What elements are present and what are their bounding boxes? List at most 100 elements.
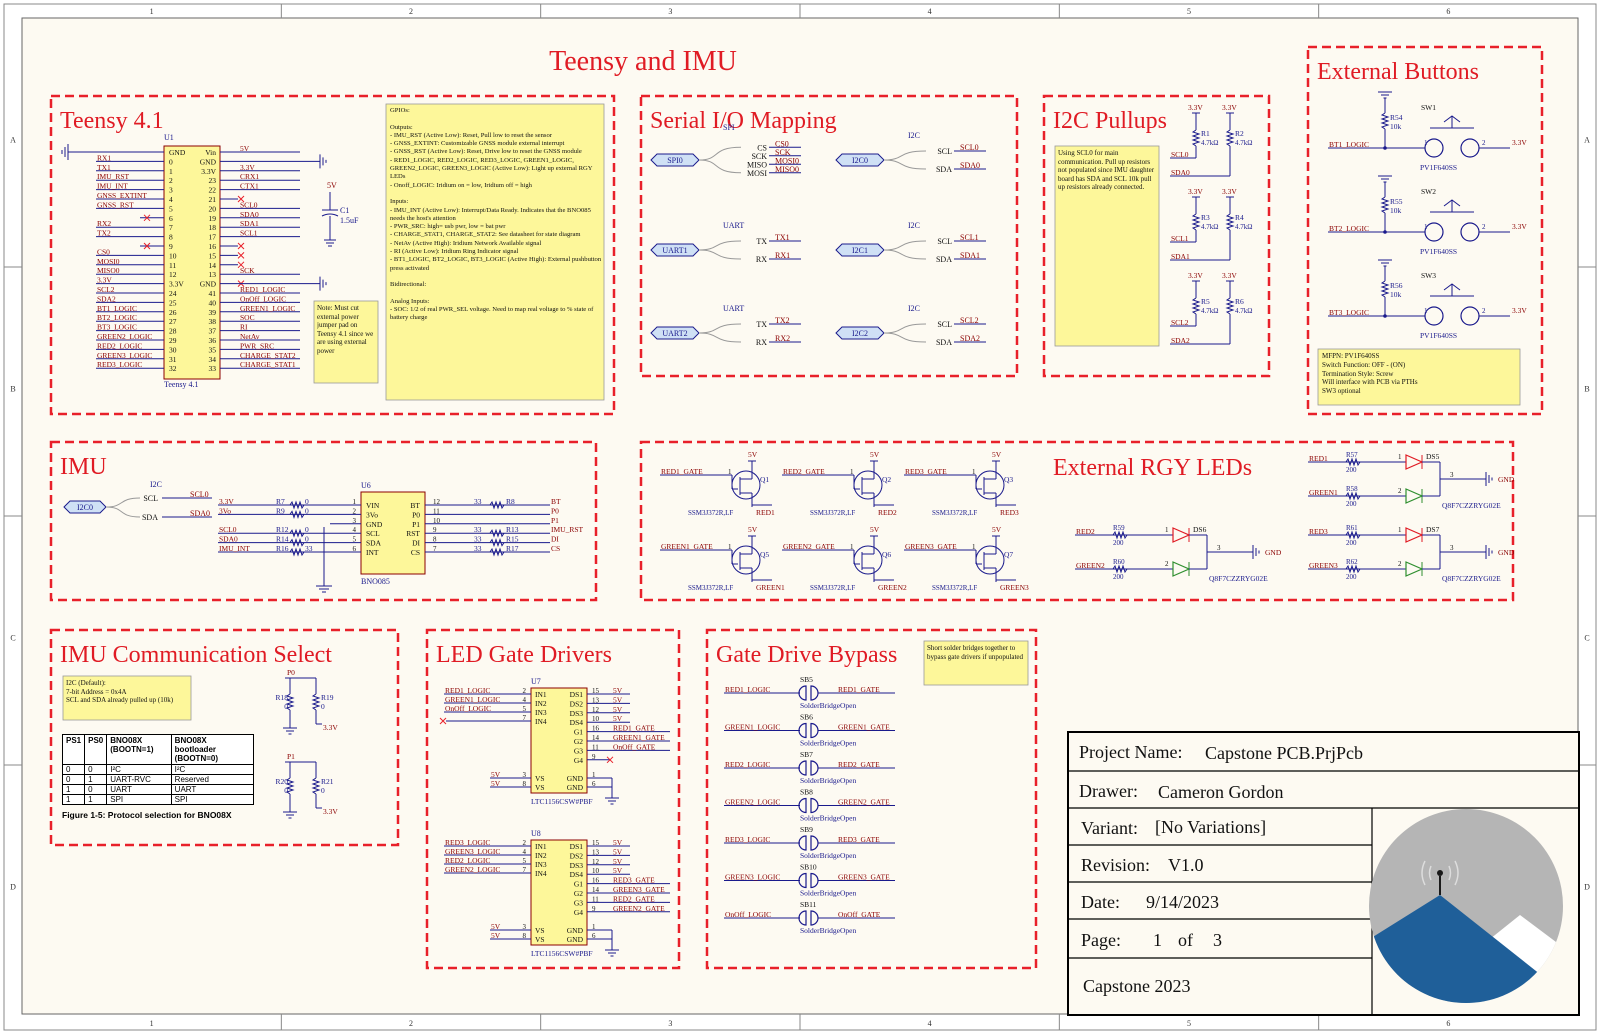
teensy-part: Teensy 4.1 [164, 380, 199, 389]
button-res-value: 10k [1390, 122, 1402, 131]
driver-in-pin: IN4 [535, 717, 547, 726]
pullup-value: 4.7kΩ [1235, 223, 1252, 231]
switch-part: PV1F640SS [1420, 247, 1457, 256]
teensy-left-net: SDA2 [97, 294, 116, 303]
strap-ref: R20 [275, 777, 288, 786]
zone-col-top: 1 [150, 7, 154, 16]
led-pin-number: 3 [1450, 471, 1454, 479]
cap-rail-label: 5V [327, 181, 337, 190]
led-res-value: 200 [1346, 539, 1357, 547]
project-label: Project Name: [1079, 742, 1182, 762]
port-label: I2C2 [852, 329, 868, 338]
pullup-net: SCL1 [1171, 234, 1189, 243]
bridge-part: SolderBridgeOpen [800, 701, 856, 710]
page-of-label: of [1178, 930, 1193, 950]
protocol-table-cell: 0 [84, 764, 108, 775]
teensy-right-pin: 22 [209, 186, 217, 195]
led-part: Q8F7CZZRYG02E [1442, 574, 1501, 583]
strap-value: 0 [321, 702, 325, 711]
cap-label: C1 [340, 206, 349, 215]
led-pin-number: 2 [1165, 560, 1169, 568]
teensy-left-pin: 2 [169, 176, 173, 185]
teensy-right-net: SDA0 [240, 210, 259, 219]
fet-rail: 5V [748, 525, 758, 534]
imu-left-pin: SCL [366, 529, 380, 538]
led-ref: DS7 [1426, 525, 1440, 534]
bus-label: I2C [908, 131, 920, 140]
drawer-name: Cameron Gordon [1158, 782, 1283, 802]
switch-pin: 1 [1424, 139, 1428, 147]
teensy-right-net: SCK [240, 266, 255, 275]
rgy-title: External RGY LEDs [1053, 455, 1252, 481]
imu-left-net: SDA0 [219, 535, 238, 544]
imu-right-net: DI [551, 535, 559, 544]
bridge-out-net: GREEN3_GATE [838, 873, 890, 882]
teensy-left-pin: 1 [169, 167, 173, 176]
teensy-right-pin: 36 [209, 336, 217, 345]
teensy-left-pin: 3.3V [169, 280, 184, 289]
driver-ds-net: 5V [613, 866, 623, 875]
teensy-left-net: GNSS_EXTINT [97, 191, 147, 200]
protocol-table-cell: I²C [106, 764, 172, 775]
driver-in-net: RED3_LOGIC [445, 838, 490, 847]
teensy-right-net: PWR_SRC [240, 341, 274, 350]
teensy-left-net: TX1 [97, 163, 111, 172]
driver-right-pin: DS2 [570, 851, 584, 860]
comm-table-wrap: PS1 PS0 BNO08X (BOOTN=1)BNO08X bootloader … [62, 734, 255, 820]
protocol-table-cell: UART-RVC [106, 774, 172, 785]
led-ref: DS6 [1193, 525, 1207, 534]
driver-gnd-pin: GND [567, 774, 584, 783]
teensy-left-net: RED2_LOGIC [97, 341, 142, 350]
driver-gnd-pin: GND [567, 926, 584, 935]
fet-rail: 5V [870, 525, 880, 534]
teensy-left-net: BT3_LOGIC [97, 323, 137, 332]
driver-vs-pin: VS [535, 774, 545, 783]
imu-right-net: BT [551, 497, 561, 506]
teensy-left-pin: 31 [169, 355, 177, 364]
driver-out-net: GREEN3_GATE [613, 885, 665, 894]
bridge-out-net: GREEN1_GATE [838, 723, 890, 732]
teensy-right-net: CHARGE_STAT1 [240, 360, 296, 369]
fet-rail: 5V [992, 525, 1002, 534]
driver-vs-net: 5V [491, 931, 501, 940]
bridge-part: SolderBridgeOpen [800, 926, 856, 935]
pullup-rail: 3.3V [1188, 271, 1203, 280]
pullup-ref: R5 [1201, 297, 1210, 306]
teensy-left-net: MOSI0 [97, 257, 120, 266]
teensy-note: Note: Must cut external power jumper pad… [317, 304, 373, 355]
zone-row-right: A [1584, 136, 1590, 145]
teensy-left-net: BT1_LOGIC [97, 304, 137, 313]
teensy-right-pin: 40 [209, 298, 217, 307]
switch-pin: 2 [1482, 223, 1486, 231]
teensy-left-pin: 30 [169, 345, 177, 354]
button-net: BT2_LOGIC [1329, 224, 1369, 233]
teensy-left-net: MISO0 [97, 266, 120, 275]
teensy-right-net: RED1_LOGIC [240, 285, 285, 294]
zone-col-bottom: 1 [150, 1019, 154, 1028]
button-res-value: 10k [1390, 206, 1402, 215]
date-label: Date: [1081, 892, 1120, 912]
imu-res-ref: R14 [276, 535, 289, 544]
teensy-left-pin: 32 [169, 364, 177, 373]
harness-net: SDA0 [960, 161, 980, 170]
teensy-right-net: SOC [240, 313, 255, 322]
button-res-ref: R55 [1390, 197, 1403, 206]
harness-pin: RX [756, 338, 767, 347]
fet-part: SSM3J372R,LF [688, 584, 733, 592]
page-label: Page: [1081, 930, 1121, 950]
title-block: Project Name: Capstone PCB.PrjPcb Drawer… [1067, 731, 1580, 1016]
revision-value: V1.0 [1168, 855, 1204, 875]
port-label: I2C0 [852, 156, 868, 165]
variant-value: [No Variations] [1155, 817, 1266, 837]
led-res-value: 200 [1113, 539, 1124, 547]
teensy-left-net: GNSS_RST [97, 200, 134, 209]
led-ref: DS5 [1426, 452, 1440, 461]
zone-row-left: A [10, 136, 16, 145]
bypass-note: Short solder bridges together to bypass … [927, 644, 1023, 661]
teensy-right-pin: 18 [209, 223, 217, 232]
pullup-ref: R1 [1201, 129, 1210, 138]
imu-harness-pin: SDA [142, 513, 158, 522]
harness-net: TX1 [775, 233, 790, 242]
teensy-right-pin: 34 [209, 355, 217, 364]
button-net: BT1_LOGIC [1329, 140, 1369, 149]
